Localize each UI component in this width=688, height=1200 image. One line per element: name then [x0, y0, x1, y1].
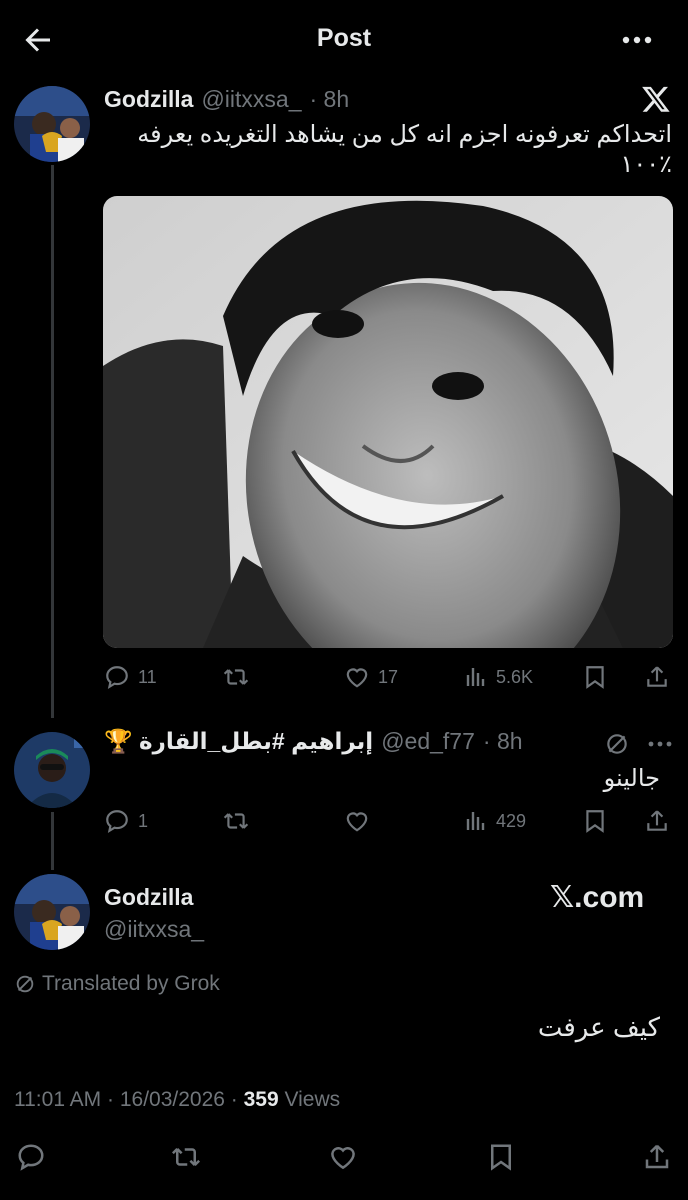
retweet-icon	[171, 1147, 201, 1167]
translated-by-grok[interactable]: Translated by Grok	[14, 972, 220, 996]
avatar[interactable]	[14, 732, 90, 808]
retweet-icon	[223, 669, 249, 685]
views-icon	[466, 812, 485, 830]
like-icon	[331, 1147, 355, 1170]
views-button[interactable]: 5.6K	[464, 664, 533, 690]
translated-label: Translated by Grok	[42, 972, 220, 995]
retweet-icon	[223, 813, 249, 829]
share-icon	[645, 1144, 669, 1169]
views-label: Views	[278, 1088, 341, 1111]
tweet-text: جالينو	[603, 765, 660, 792]
views-icon	[466, 668, 485, 686]
bookmark-button[interactable]	[582, 808, 608, 834]
tweet-timestamp: 11:01 AM · 16/03/2026 · 359 Views	[14, 1088, 340, 1112]
more-icon	[622, 36, 652, 44]
bookmark-icon	[586, 666, 604, 689]
view-count: 5.6K	[496, 666, 534, 687]
bookmark-icon	[491, 1144, 511, 1171]
tweet-text-line: ٪١٠٠	[620, 151, 672, 178]
author-name[interactable]: إبراهيم #بطل_القارة 🏆	[104, 728, 373, 755]
like-icon	[346, 812, 368, 832]
retweet-button[interactable]	[222, 808, 250, 834]
like-button[interactable]	[328, 1142, 358, 1172]
author-handle[interactable]: @ed_f77	[381, 728, 475, 755]
like-icon	[346, 668, 368, 688]
like-count: 17	[378, 666, 399, 687]
reply-button[interactable]: 11	[104, 664, 157, 690]
tweet-time[interactable]: · 8h	[483, 728, 523, 755]
more-icon	[648, 741, 672, 747]
thread-line	[51, 165, 54, 718]
share-icon	[647, 810, 667, 831]
share-button[interactable]	[642, 1142, 672, 1172]
share-button[interactable]	[644, 808, 670, 834]
tweet-text: اتحداكم تعرفونه اجزم انه كل من يشاهد الت…	[104, 120, 672, 180]
tweet-text-line: اتحداكم تعرفونه اجزم انه كل من يشاهد الت…	[137, 121, 672, 148]
reply-count: 1	[138, 810, 149, 831]
author-name[interactable]: Godzilla	[104, 86, 193, 113]
grok-translate-button[interactable]	[604, 731, 630, 762]
tweet-photo[interactable]	[103, 196, 673, 648]
tweet-time[interactable]: · 8h	[310, 86, 350, 113]
grok-icon	[607, 734, 627, 754]
x-logo	[640, 84, 672, 119]
thread-line	[51, 812, 54, 870]
x-logo-icon	[642, 86, 670, 112]
reply-button[interactable]: 1	[104, 808, 148, 834]
bookmark-button[interactable]	[582, 664, 608, 690]
page-title: Post	[316, 24, 372, 52]
more-options-button[interactable]	[616, 24, 660, 56]
retweet-button[interactable]	[170, 1142, 202, 1172]
reply-button[interactable]	[16, 1142, 46, 1172]
share-icon	[647, 666, 667, 687]
bookmark-icon	[586, 810, 604, 833]
reply-count: 11	[138, 666, 157, 687]
bookmark-button[interactable]	[486, 1142, 516, 1172]
views-button[interactable]: 429	[464, 808, 526, 834]
reply-icon	[18, 1144, 44, 1171]
share-button[interactable]	[644, 664, 670, 690]
x-com-watermark: 𝕏.com	[550, 881, 645, 914]
timestamp-text[interactable]: 11:01 AM · 16/03/2026 ·	[14, 1088, 244, 1111]
reply-more-button[interactable]	[646, 736, 674, 757]
author-handle[interactable]: @iitxxsa_	[201, 86, 301, 113]
author-handle[interactable]: @iitxxsa_	[104, 916, 204, 943]
reply-icon	[106, 666, 128, 689]
grok-icon	[16, 975, 34, 993]
avatar[interactable]	[14, 874, 90, 950]
avatar[interactable]	[14, 86, 90, 162]
retweet-button[interactable]	[222, 664, 250, 690]
views-count: 359	[243, 1088, 279, 1111]
like-button[interactable]	[344, 808, 370, 834]
reply-icon	[106, 810, 128, 833]
tweet-text: كيف عرفت	[537, 1012, 660, 1042]
author-name[interactable]: Godzilla	[104, 884, 193, 911]
view-count: 429	[496, 810, 527, 831]
like-button[interactable]: 17	[344, 664, 398, 690]
